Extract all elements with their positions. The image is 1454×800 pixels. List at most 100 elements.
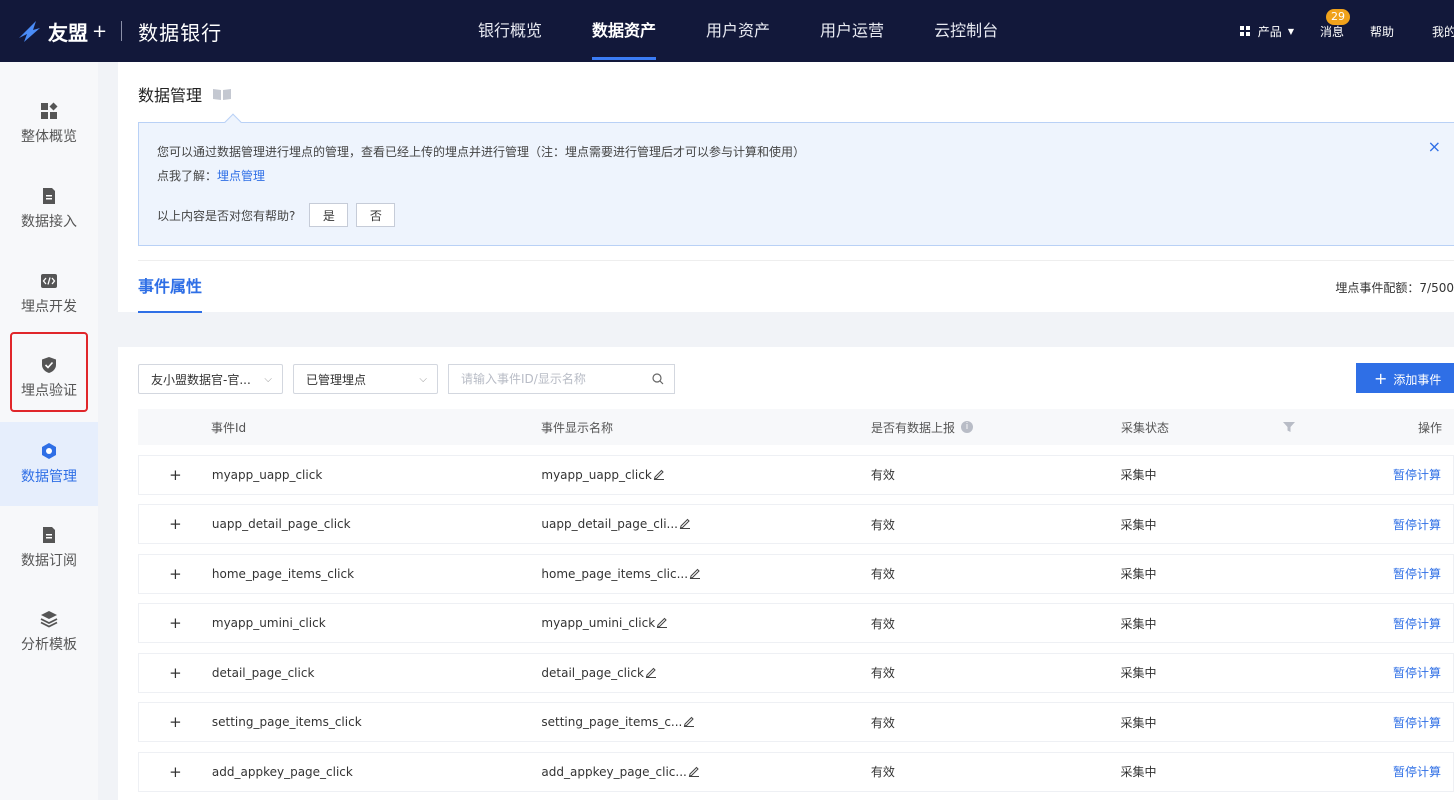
sidebar-item-label: 埋点验证 — [21, 383, 77, 399]
status-select[interactable]: 已管理埋点 ⌵ — [293, 364, 438, 394]
pause-calculation-link[interactable]: 暂停计算 — [1393, 518, 1441, 532]
sidebar-item-tracking-dev[interactable]: 埋点开发 — [0, 252, 98, 336]
edit-icon[interactable] — [683, 715, 695, 727]
feedback-question: 以上内容是否对您有帮助? — [157, 208, 296, 223]
sidebar-item-data-access[interactable]: 数据接入 — [0, 167, 98, 251]
col-actions: 操作 — [1417, 420, 1442, 435]
sidebar-item-label: 埋点开发 — [21, 299, 77, 315]
expand-icon[interactable]: + — [139, 565, 212, 583]
pause-calculation-link[interactable]: 暂停计算 — [1393, 468, 1441, 482]
search-box — [448, 364, 675, 394]
expand-icon[interactable]: + — [139, 713, 212, 731]
edit-icon[interactable] — [688, 765, 700, 777]
nav-data-assets[interactable]: 数据资产 — [592, 0, 657, 62]
info-icon[interactable]: i — [961, 421, 974, 433]
messages-link[interactable]: 29 消息 — [1319, 8, 1350, 40]
edit-icon[interactable] — [679, 517, 691, 529]
edit-icon[interactable] — [645, 666, 657, 678]
search-input[interactable] — [461, 372, 652, 386]
pause-calculation-link[interactable]: 暂停计算 — [1393, 666, 1441, 680]
data-reported: 有效 — [870, 715, 895, 730]
product-label: 产品 — [1257, 24, 1282, 39]
book-icon[interactable] — [212, 87, 232, 101]
document-icon — [43, 527, 55, 543]
data-reported: 有效 — [870, 567, 895, 581]
expand-icon[interactable]: + — [139, 664, 212, 682]
expand-icon[interactable]: + — [139, 466, 212, 484]
sidebar-item-analysis-templates[interactable]: 分析模板 — [0, 590, 98, 674]
table-row: + setting_page_items_click setting_page_… — [138, 702, 1454, 742]
search-icon[interactable] — [652, 373, 664, 385]
collect-status: 采集中 — [1120, 616, 1157, 631]
my-account-link[interactable]: 我的 — [1432, 23, 1454, 40]
pause-calculation-link[interactable]: 暂停计算 — [1393, 765, 1441, 779]
event-id: myapp_uapp_click — [211, 467, 323, 482]
layers-icon — [40, 611, 58, 628]
data-reported: 有效 — [870, 765, 895, 779]
sidebar-item-label: 分析模板 — [21, 637, 77, 653]
data-reported: 有效 — [870, 468, 895, 482]
sidebar-item-data-subscription[interactable]: 数据订阅 — [0, 506, 98, 590]
table-row: + add_appkey_page_click add_appkey_page_… — [138, 751, 1454, 792]
feedback-yes-button[interactable]: 是 — [309, 203, 349, 227]
collect-status: 采集中 — [1120, 567, 1157, 581]
product-menu[interactable]: 产品 ▼ — [1239, 23, 1294, 40]
message-count-badge: 29 — [1325, 8, 1350, 25]
display-name-text: home_page_items_clic... — [541, 566, 689, 581]
event-table: 事件Id 事件显示名称 是否有数据上报 i 采集状态 操作 + myapp_ua… — [138, 409, 1454, 792]
help-link[interactable]: 帮助 — [1370, 23, 1394, 40]
expand-icon[interactable]: + — [139, 515, 212, 533]
learn-prefix: 点我了解： — [157, 169, 218, 183]
top-navigation-bar: 友盟 + 数据银行 银行概览 数据资产 用户资产 用户运营 云控制台 产品 ▼ … — [0, 0, 1454, 62]
app-select[interactable]: 友小盟数据官-官... ⌵ — [138, 364, 283, 394]
nav-cloud-console[interactable]: 云控制台 — [934, 0, 998, 62]
pause-calculation-link[interactable]: 暂停计算 — [1393, 567, 1441, 581]
event-display-name: myapp_uapp_click — [541, 468, 871, 482]
expand-icon[interactable]: + — [139, 763, 212, 781]
display-name-text: add_appkey_page_clic... — [541, 764, 687, 779]
brand[interactable]: 友盟 + 数据银行 — [16, 0, 222, 62]
shield-check-icon — [42, 357, 56, 373]
feedback-no-button[interactable]: 否 — [356, 203, 396, 227]
display-name-text: myapp_umini_click — [541, 616, 656, 630]
expand-icon[interactable]: + — [139, 614, 212, 632]
sidebar-item-label: 数据接入 — [21, 214, 77, 230]
notice-text: 您可以通过数据管理进行埋点的管理，查看已经上传的埋点并进行管理（注：埋点需要进行… — [157, 145, 806, 159]
pause-calculation-link[interactable]: 暂停计算 — [1393, 716, 1441, 730]
collect-status: 采集中 — [1120, 765, 1157, 779]
sidebar-item-data-management[interactable]: 数据管理 — [0, 422, 98, 506]
sidebar: 整体概览 数据接入 埋点开发 埋点验证 数据管理 数据订阅 分析模板 — [0, 62, 98, 800]
top-right-menu: 产品 ▼ 29 消息 帮助 我的 — [1239, 0, 1454, 62]
table-row: + uapp_detail_page_click uapp_detail_pag… — [138, 504, 1454, 544]
nav-user-operations[interactable]: 用户运营 — [820, 0, 884, 62]
nav-bank-overview[interactable]: 银行概览 — [478, 0, 542, 62]
event-id: myapp_umini_click — [211, 616, 326, 630]
edit-icon[interactable] — [653, 468, 665, 480]
pause-calculation-link[interactable]: 暂停计算 — [1393, 617, 1441, 631]
notice-learn-more: 点我了解：埋点管理 — [157, 167, 265, 184]
table-row: + home_page_items_click home_page_items_… — [138, 553, 1454, 594]
col-data-reported-label: 是否有数据上报 — [871, 420, 956, 435]
event-quota: 埋点事件配额：7/500 — [1335, 281, 1454, 295]
tab-event-properties[interactable]: 事件属性 — [138, 261, 203, 313]
sidebar-item-overview[interactable]: 整体概览 — [0, 82, 98, 166]
event-display-name: myapp_umini_click — [541, 616, 871, 630]
collect-status: 采集中 — [1120, 468, 1157, 482]
filter-icon[interactable] — [1283, 422, 1296, 432]
edit-icon[interactable] — [689, 567, 701, 579]
page-title: 数据管理 — [138, 82, 232, 106]
sidebar-item-tracking-verify[interactable]: 埋点验证 — [0, 336, 98, 420]
nav-user-assets[interactable]: 用户资产 — [706, 0, 770, 62]
status-select-value: 已管理埋点 — [306, 372, 367, 387]
learn-link[interactable]: 埋点管理 — [217, 169, 265, 183]
event-id: home_page_items_click — [211, 566, 355, 581]
edit-icon[interactable] — [656, 616, 668, 628]
messages-label: 消息 — [1319, 24, 1344, 39]
add-event-button[interactable]: + 添加事件 — [1356, 363, 1454, 393]
umeng-logo-icon — [19, 21, 40, 42]
grid-icon — [1239, 26, 1250, 36]
event-id: uapp_detail_page_click — [211, 517, 351, 531]
data-reported: 有效 — [870, 666, 895, 680]
col-display-name: 事件显示名称 — [541, 420, 614, 435]
close-icon[interactable]: × — [1428, 137, 1441, 156]
